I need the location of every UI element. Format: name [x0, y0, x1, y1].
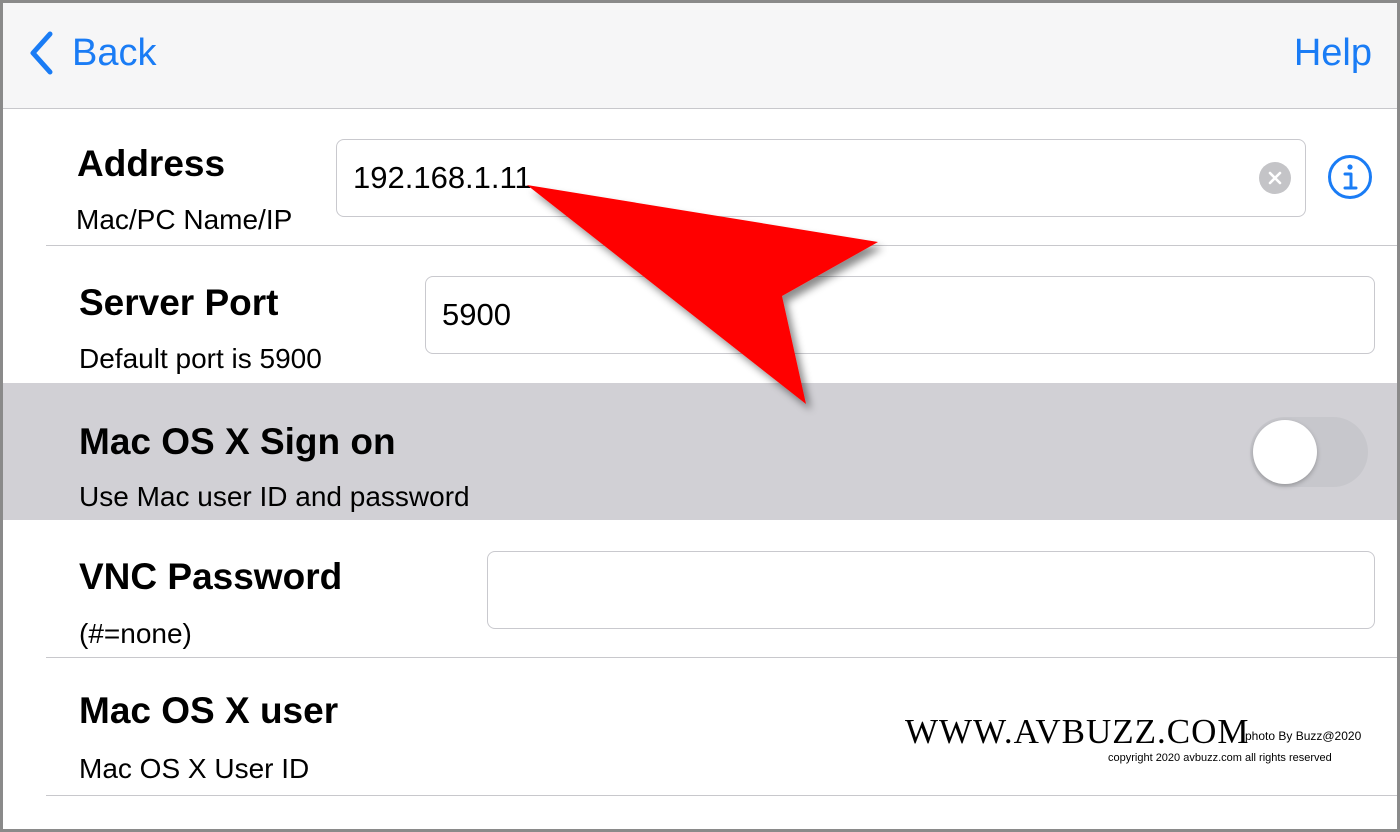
- server-port-subtitle: Default port is 5900: [79, 343, 322, 374]
- mac-sign-on-subtitle: Use Mac user ID and password: [79, 481, 470, 512]
- address-value: 192.168.1.11: [353, 160, 532, 195]
- vnc-password-subtitle: (#=none): [79, 618, 192, 649]
- watermark: WWW.AVBUZZ.COM photo By Buzz@2020 copyri…: [905, 712, 1375, 772]
- address-title: Address: [77, 143, 226, 184]
- watermark-site: WWW.AVBUZZ.COM: [905, 712, 1250, 751]
- info-circle-icon[interactable]: [1327, 154, 1373, 200]
- vnc-password-title: VNC Password: [79, 556, 343, 597]
- address-subtitle: Mac/PC Name/IP: [76, 204, 293, 235]
- back-button[interactable]: Back: [28, 28, 156, 78]
- server-port-title: Server Port: [79, 282, 279, 323]
- watermark-photo-credit: photo By Buzz@2020: [1245, 729, 1362, 743]
- navigation-bar: Back Help: [0, 0, 1400, 109]
- mac-sign-on-title: Mac OS X Sign on: [79, 421, 396, 462]
- server-port-input[interactable]: 5900: [425, 276, 1375, 354]
- back-label: Back: [72, 31, 157, 74]
- chevron-left-icon: [30, 31, 53, 75]
- toggle-knob: [1253, 420, 1317, 484]
- mac-sign-on-row[interactable]: Mac OS X Sign on Use Mac user ID and pas…: [0, 383, 1400, 520]
- mac-user-subtitle: Mac OS X User ID: [79, 753, 310, 784]
- mac-user-title: Mac OS X user: [79, 690, 339, 731]
- help-button[interactable]: Help: [1294, 28, 1372, 78]
- vnc-password-input[interactable]: [487, 551, 1375, 629]
- separator: [46, 795, 1400, 796]
- server-port-value: 5900: [442, 297, 511, 332]
- mac-sign-on-toggle[interactable]: [1250, 417, 1368, 487]
- clear-circle-icon[interactable]: [1259, 162, 1291, 194]
- watermark-copyright: copyright 2020 avbuzz.com all rights res…: [1108, 752, 1332, 764]
- address-input[interactable]: 192.168.1.11: [336, 139, 1306, 217]
